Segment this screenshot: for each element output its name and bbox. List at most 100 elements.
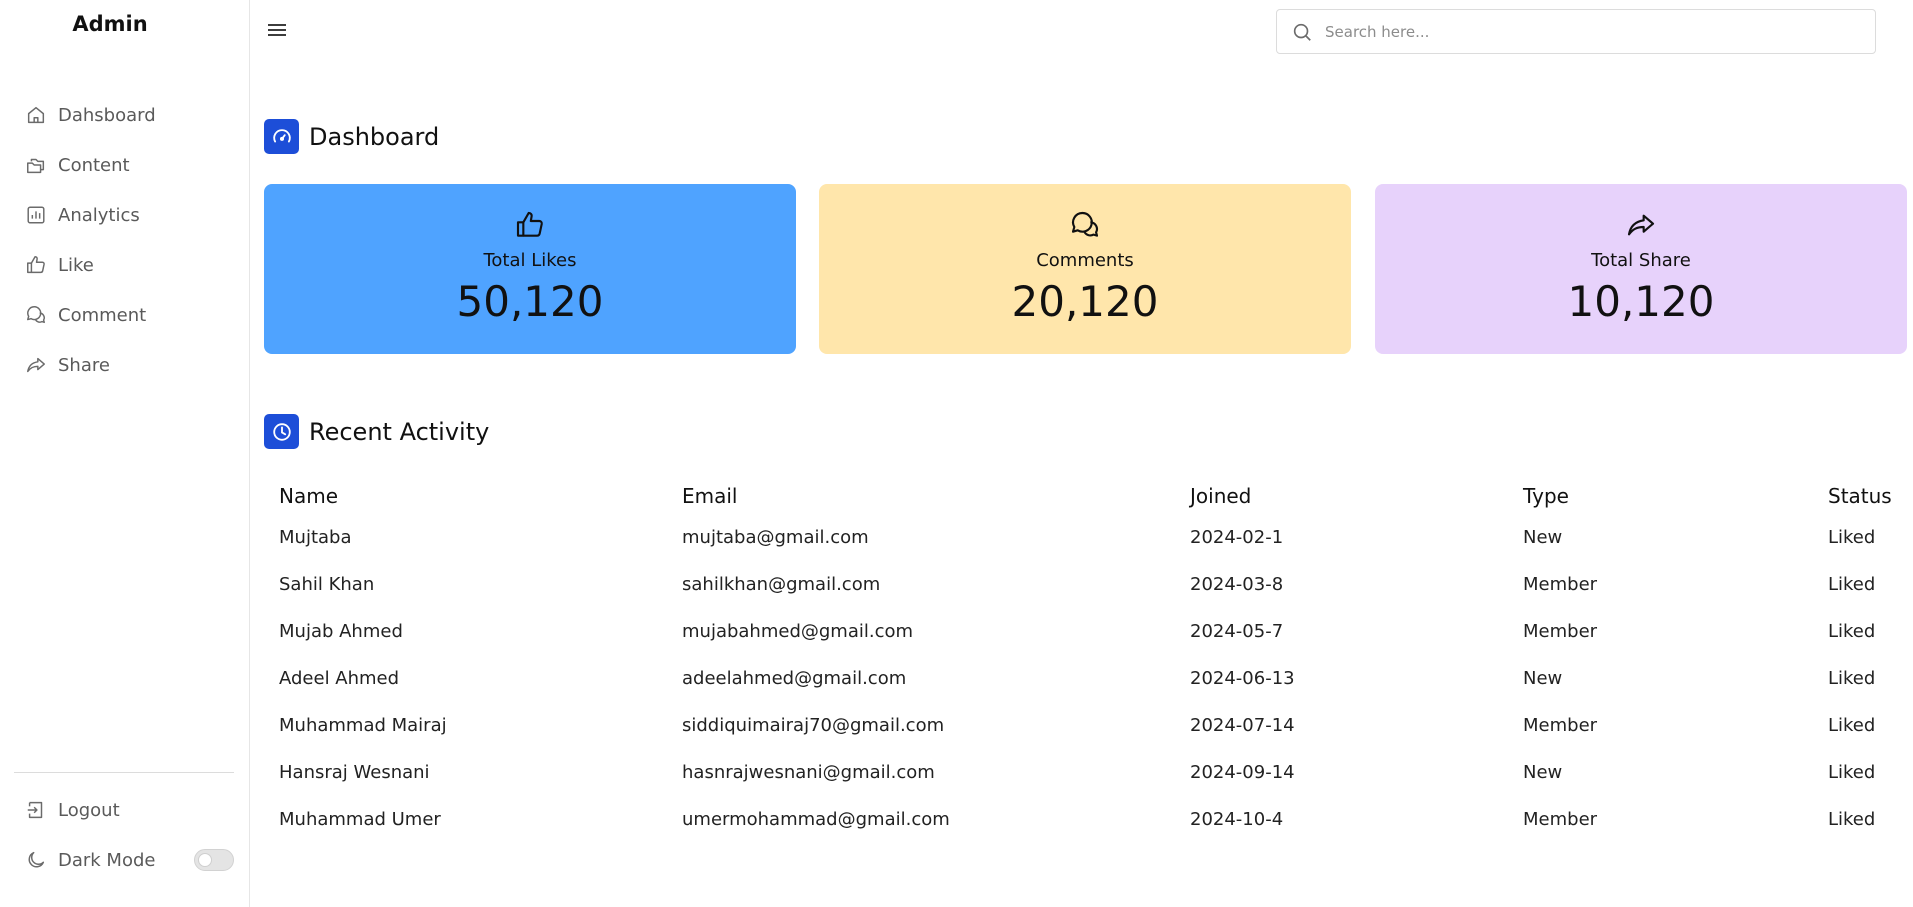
cell-status: Liked: [1828, 574, 1876, 595]
table-row[interactable]: Sahil Khan sahilkhan@gmail.com 2024-03-8…: [279, 561, 1907, 608]
sidebar-item-label: Comment: [58, 304, 147, 326]
column-header-joined[interactable]: Joined: [1190, 478, 1523, 514]
cell-email: mujabahmed@gmail.com: [682, 621, 914, 642]
cell-type: Member: [1523, 715, 1598, 736]
column-header-name[interactable]: Name: [279, 478, 682, 514]
cell-status: Liked: [1828, 621, 1876, 642]
cell-email: siddiquimairaj70@gmail.com: [682, 715, 945, 736]
cell-status: Liked: [1828, 715, 1876, 736]
cell-email: mujtaba@gmail.com: [682, 527, 869, 548]
sidebar-item-content[interactable]: Content: [24, 140, 234, 190]
cell-name: Hansraj Wesnani: [279, 762, 430, 783]
table-header-row: Name Email Joined Type Status: [279, 478, 1907, 514]
cell-type: Member: [1523, 621, 1598, 642]
sidebar-item-label: Like: [58, 254, 94, 276]
sidebar-bottom: Logout Dark Mode: [24, 785, 234, 885]
cell-email: adeelahmed@gmail.com: [682, 668, 907, 689]
logout-button[interactable]: Logout: [24, 785, 234, 835]
recent-activity-heading: Recent Activity: [264, 414, 489, 449]
table-row[interactable]: Hansraj Wesnani hasnrajwesnani@gmail.com…: [279, 749, 1907, 796]
search-bar: [1276, 9, 1876, 54]
cell-name: Muhammad Mairaj: [279, 715, 447, 736]
sidebar-item-comment[interactable]: Comment: [24, 290, 234, 340]
toggle-knob: [198, 853, 212, 867]
sidebar-item-label: Content: [58, 154, 130, 176]
dark-mode-label: Dark Mode: [58, 849, 156, 871]
sidebar-item-label: Analytics: [58, 204, 140, 226]
thumbs-up-icon: [513, 208, 547, 242]
sidebar-item-analytics[interactable]: Analytics: [24, 190, 234, 240]
folders-icon: [24, 153, 48, 177]
search-icon: [1291, 21, 1313, 43]
cell-name: Mujtaba: [279, 527, 352, 548]
cell-joined: 2024-09-14: [1190, 762, 1295, 783]
dashboard-heading: Dashboard: [264, 119, 439, 154]
table-row[interactable]: Muhammad Umer umermohammad@gmail.com 202…: [279, 796, 1907, 843]
cell-type: Member: [1523, 809, 1598, 830]
cell-name: Sahil Khan: [279, 574, 375, 595]
comments-icon: [24, 303, 48, 327]
column-header-status[interactable]: Status: [1828, 478, 1907, 514]
cell-joined: 2024-07-14: [1190, 715, 1295, 736]
cell-status: Liked: [1828, 527, 1876, 548]
hamburger-icon: [268, 24, 286, 36]
column-header-email[interactable]: Email: [682, 478, 1190, 514]
table-row[interactable]: Mujtaba mujtaba@gmail.com 2024-02-1 New …: [279, 514, 1907, 561]
stat-value: 50,120: [456, 277, 604, 326]
cell-type: New: [1523, 762, 1563, 783]
page-title: Dashboard: [309, 122, 440, 151]
sidebar-divider: [14, 772, 234, 773]
sidebar-nav: Dahsboard Content Analytics Like Comment: [24, 90, 234, 390]
cell-joined: 2024-02-1: [1190, 527, 1284, 548]
brand-title: Admin: [72, 12, 148, 36]
cell-status: Liked: [1828, 809, 1876, 830]
moon-icon: [24, 848, 48, 872]
table-row[interactable]: Mujab Ahmed mujabahmed@gmail.com 2024-05…: [279, 608, 1907, 655]
dark-mode-row: Dark Mode: [24, 835, 234, 885]
share-icon: [24, 353, 48, 377]
sidebar-item-share[interactable]: Share: [24, 340, 234, 390]
sidebar-item-dashboard[interactable]: Dahsboard: [24, 90, 234, 140]
stat-value: 10,120: [1567, 277, 1715, 326]
dark-mode-toggle[interactable]: [194, 849, 234, 871]
cell-joined: 2024-06-13: [1190, 668, 1295, 689]
cell-type: New: [1523, 527, 1563, 548]
cell-email: umermohammad@gmail.com: [682, 809, 950, 830]
stat-label: Comments: [1036, 250, 1134, 271]
stat-label: Total Share: [1591, 250, 1691, 271]
logout-icon: [24, 798, 48, 822]
cell-joined: 2024-10-4: [1190, 809, 1284, 830]
cell-status: Liked: [1828, 762, 1876, 783]
cell-status: Liked: [1828, 668, 1876, 689]
logout-label: Logout: [58, 799, 120, 821]
bar-chart-icon: [24, 203, 48, 227]
sidebar-item-label: Share: [58, 354, 110, 376]
cell-type: New: [1523, 668, 1563, 689]
sidebar-item-label: Dahsboard: [58, 104, 156, 126]
clock-icon: [264, 414, 299, 449]
cell-name: Muhammad Umer: [279, 809, 441, 830]
cell-joined: 2024-05-7: [1190, 621, 1284, 642]
cell-email: sahilkhan@gmail.com: [682, 574, 881, 595]
cell-name: Mujab Ahmed: [279, 621, 403, 642]
stat-value: 20,120: [1011, 277, 1159, 326]
activity-table: Name Email Joined Type Status Mujtaba mu…: [279, 478, 1907, 843]
table-row[interactable]: Muhammad Mairaj siddiquimairaj70@gmail.c…: [279, 702, 1907, 749]
stat-label: Total Likes: [483, 250, 577, 271]
column-header-type[interactable]: Type: [1523, 478, 1828, 514]
cell-email: hasnrajwesnani@gmail.com: [682, 762, 935, 783]
hamburger-menu-button[interactable]: [264, 18, 290, 42]
section-title: Recent Activity: [309, 417, 490, 446]
cell-name: Adeel Ahmed: [279, 668, 400, 689]
table-row[interactable]: Adeel Ahmed adeelahmed@gmail.com 2024-06…: [279, 655, 1907, 702]
cell-type: Member: [1523, 574, 1598, 595]
share-icon: [1624, 208, 1658, 242]
comments-icon: [1068, 208, 1102, 242]
cell-joined: 2024-03-8: [1190, 574, 1284, 595]
search-input[interactable]: [1325, 22, 1845, 41]
stat-card-share: Total Share 10,120: [1375, 184, 1907, 354]
stats-cards: Total Likes 50,120 Comments 20,120 Total…: [264, 184, 1907, 354]
stat-card-likes: Total Likes 50,120: [264, 184, 796, 354]
sidebar-item-like[interactable]: Like: [24, 240, 234, 290]
thumbs-up-icon: [24, 253, 48, 277]
